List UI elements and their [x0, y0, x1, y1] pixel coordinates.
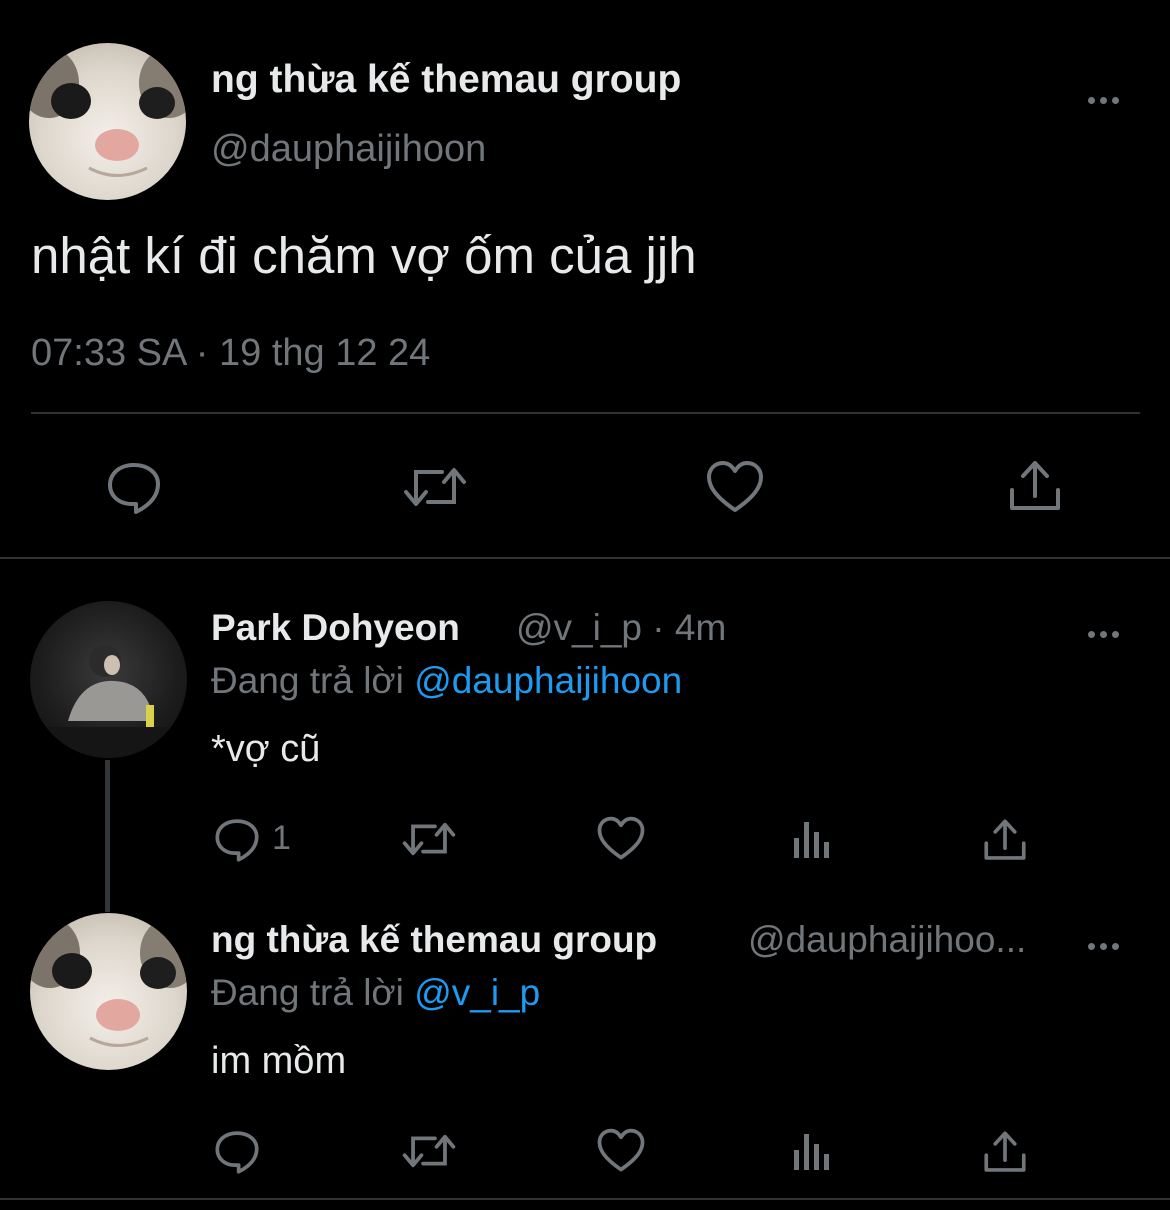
cat-avatar-image — [30, 918, 187, 1047]
divider — [31, 412, 1140, 414]
timestamp[interactable]: 07:33 SA · 19 thg 12 24 — [31, 332, 430, 375]
more-options-icon[interactable] — [1088, 937, 1124, 955]
share-icon[interactable] — [1008, 458, 1062, 514]
divider — [0, 1198, 1170, 1200]
avatar[interactable] — [30, 913, 187, 1070]
replying-to: Đang trả lời @dauphaijihoon — [211, 660, 682, 702]
cat-avatar-image — [29, 48, 186, 177]
share-icon[interactable] — [983, 1129, 1027, 1175]
reply-meta[interactable]: @v_i_p · 4m — [516, 607, 726, 649]
reply-text: im mồm — [211, 1040, 347, 1082]
retweet-icon[interactable] — [402, 462, 468, 512]
avatar[interactable] — [30, 601, 187, 758]
replying-prefix: Đang trả lời — [211, 660, 404, 701]
display-name[interactable]: ng thừa kế themau group — [211, 58, 681, 102]
reply-meta[interactable]: @dauphaijihoo... — [748, 919, 1026, 961]
analytics-icon[interactable] — [792, 1132, 834, 1172]
reply-icon[interactable] — [214, 1129, 260, 1175]
handle[interactable]: @dauphaijihoon — [211, 128, 486, 171]
retweet-icon[interactable] — [401, 1130, 457, 1172]
reply-text: *vợ cũ — [211, 728, 321, 770]
mention-link[interactable]: @dauphaijihoon — [414, 660, 682, 701]
divider — [0, 557, 1170, 559]
display-name[interactable]: Park Dohyeon — [211, 607, 460, 649]
display-name[interactable]: ng thừa kế themau group — [211, 919, 657, 961]
reply-icon[interactable] — [214, 817, 260, 863]
like-icon[interactable] — [597, 1128, 645, 1173]
replying-to: Đang trả lời @v_i_p — [211, 972, 540, 1014]
reply-icon[interactable] — [106, 461, 162, 515]
retweet-icon[interactable] — [401, 818, 457, 860]
like-icon[interactable] — [706, 460, 764, 514]
more-options-icon[interactable] — [1088, 625, 1124, 643]
analytics-icon[interactable] — [792, 820, 834, 860]
share-icon[interactable] — [983, 817, 1027, 863]
tweet-text: nhật kí đi chăm vợ ốm của jjh — [31, 227, 697, 284]
like-icon[interactable] — [597, 816, 645, 861]
person-avatar-image — [30, 645, 187, 758]
replying-prefix: Đang trả lời — [211, 972, 404, 1013]
mention-link[interactable]: @v_i_p — [414, 972, 540, 1013]
avatar[interactable] — [29, 43, 186, 200]
thread-line — [105, 760, 110, 912]
reply-count: 1 — [272, 819, 291, 857]
more-options-icon[interactable] — [1088, 91, 1124, 109]
